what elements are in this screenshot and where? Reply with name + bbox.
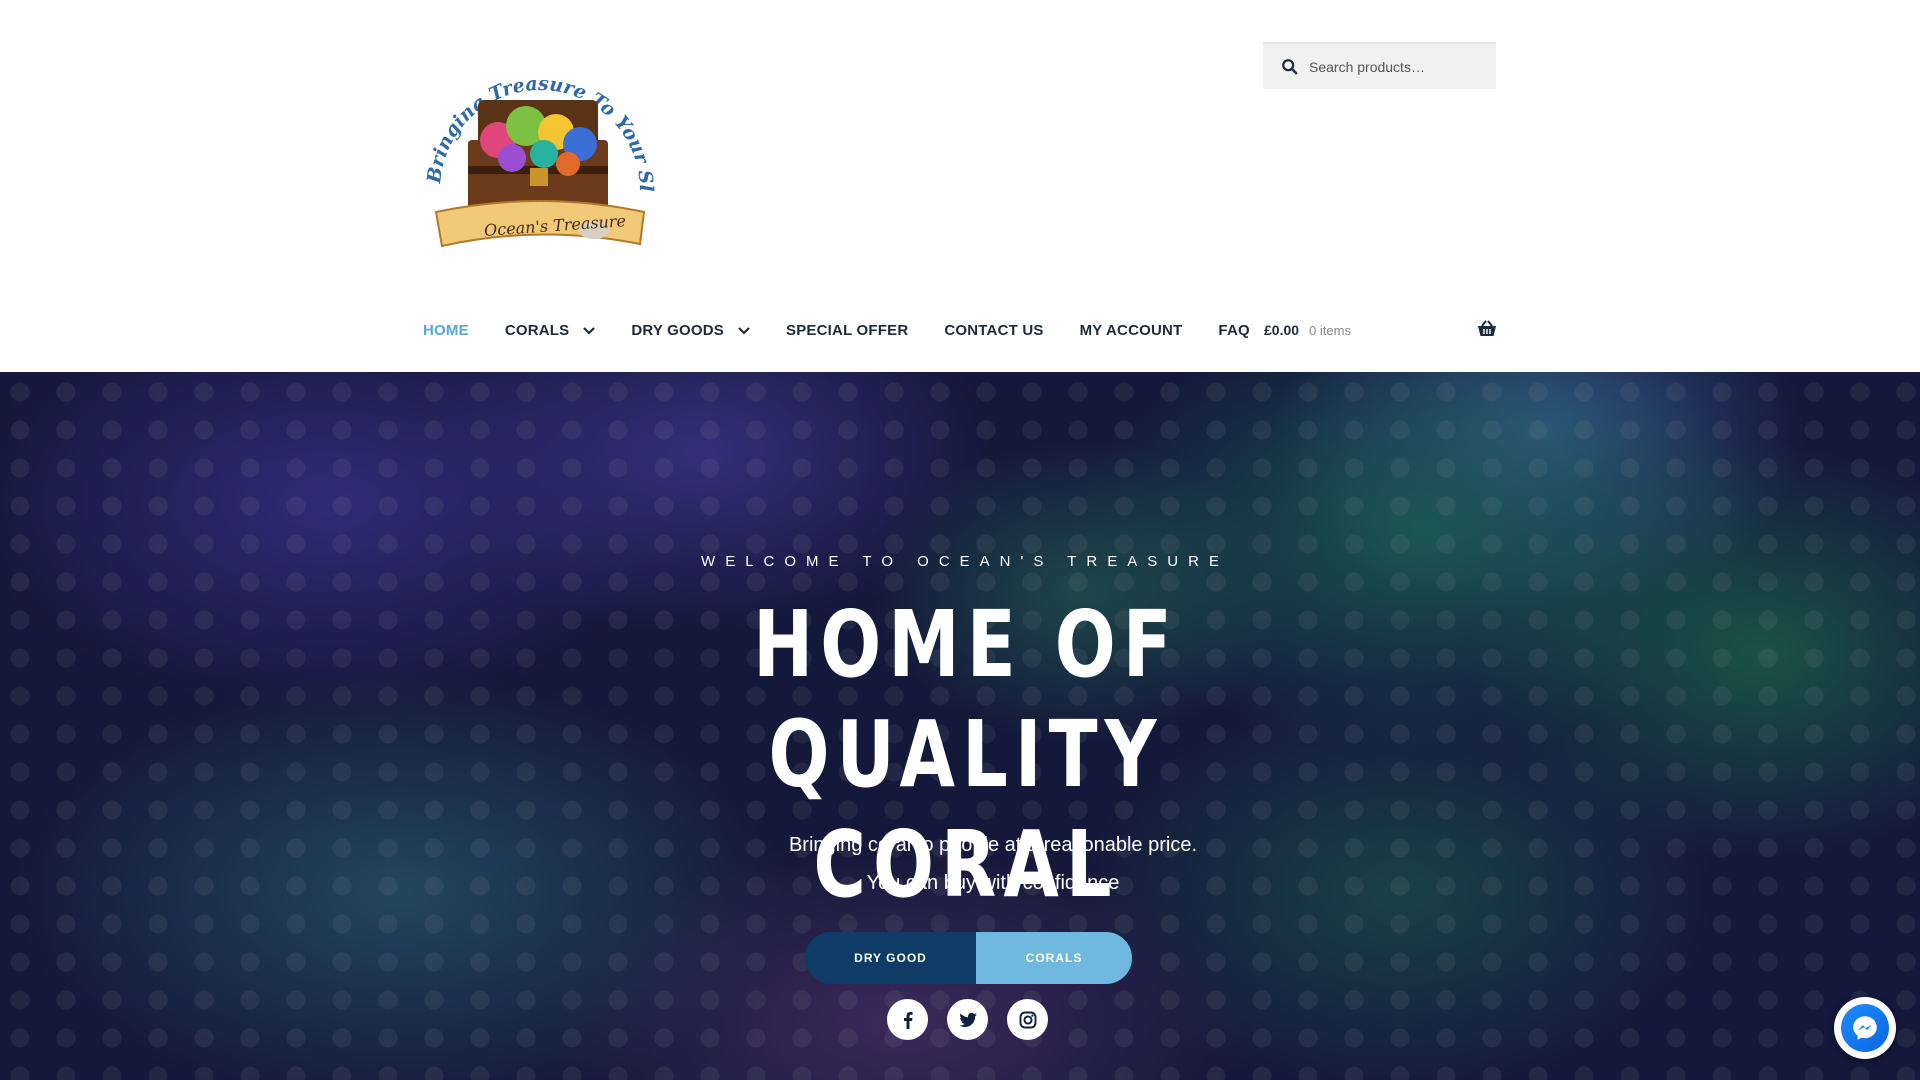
facebook-icon: [903, 1011, 913, 1029]
corals-button[interactable]: CORALS: [976, 932, 1132, 984]
nav-item-corals[interactable]: CORALS: [505, 322, 596, 339]
hero-kicker: WELCOME TO OCEAN'S TREASURE: [701, 553, 1229, 570]
nav-item-label: HOME: [423, 322, 469, 339]
twitter-link[interactable]: [947, 999, 988, 1040]
nav-item-label: FAQ: [1218, 322, 1250, 339]
hero-banner: WELCOME TO OCEAN'S TREASURE HOME OF QUAL…: [0, 372, 1920, 1080]
hero-headline-line2: CORAL: [813, 811, 1119, 918]
site-header: Bringing Treasure To Your Slice Of Ocean…: [0, 0, 1920, 372]
twitter-icon: [958, 1012, 977, 1027]
chevron-down-icon: [738, 326, 750, 335]
search-input[interactable]: [1309, 58, 1489, 75]
nav-item-dry-goods[interactable]: DRY GOODS: [631, 322, 750, 339]
nav-item-label: MY ACCOUNT: [1079, 322, 1183, 339]
nav-item-faq[interactable]: FAQ: [1218, 322, 1249, 339]
messenger-chat-button[interactable]: [1834, 997, 1896, 1059]
nav-item-my-account[interactable]: MY ACCOUNT: [1080, 322, 1183, 339]
chevron-down-icon: [583, 326, 596, 335]
nav-item-label: DRY GOODS: [631, 322, 725, 339]
basket-icon: [1478, 320, 1496, 336]
social-links: [887, 999, 1067, 1040]
dry-good-button[interactable]: DRY GOOD: [805, 932, 976, 984]
hero-button-group: DRY GOOD CORALS: [805, 932, 1132, 984]
instagram-link[interactable]: [1007, 999, 1048, 1040]
nav-item-label: CONTACT US: [944, 322, 1044, 339]
nav-item-label: CORALS: [504, 322, 570, 339]
hero-subtitle-line1: Bringing coral to people at a reasonable…: [788, 834, 1198, 856]
hero-subtitle-line2: You can buy with confidence: [866, 872, 1120, 894]
hero-headline-line1: HOME OF QUALITY: [753, 591, 1179, 808]
messenger-icon: [1841, 1004, 1889, 1052]
search-icon: [1282, 58, 1298, 74]
nav-item-home[interactable]: HOME: [423, 322, 469, 339]
main-nav: HOME CORALS DRY GOODS SPECIAL OFFER CONT…: [423, 322, 1286, 339]
cart-count: 0 items: [1309, 322, 1351, 338]
cart-summary[interactable]: £0.00 0 items: [1264, 320, 1497, 338]
cart-amount: £0.00: [1264, 322, 1300, 338]
hero-headline: HOME OF QUALITY CORAL: [603, 590, 1330, 920]
site-logo[interactable]: Bringing Treasure To Your Slice Of Ocean…: [410, 23, 662, 268]
nav-item-contact-us[interactable]: CONTACT US: [944, 322, 1043, 339]
facebook-link[interactable]: [887, 999, 928, 1040]
instagram-icon: [1019, 1011, 1036, 1028]
search-bar: [1263, 42, 1496, 89]
nav-item-special-offer[interactable]: SPECIAL OFFER: [786, 322, 908, 339]
nav-item-label: SPECIAL OFFER: [786, 322, 909, 339]
